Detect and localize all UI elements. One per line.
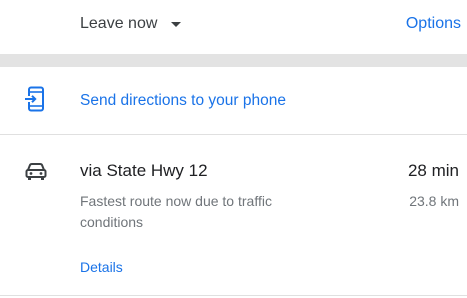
- caret-down-icon: [171, 21, 182, 27]
- divider: [0, 295, 467, 296]
- leave-now-label: Leave now: [80, 15, 158, 32]
- options-button[interactable]: Options: [406, 13, 461, 35]
- route-option[interactable]: via State Hwy 12 28 min Fastest route no…: [0, 135, 467, 295]
- leave-now-dropdown[interactable]: Leave now: [80, 13, 182, 35]
- send-to-phone-icon: [24, 86, 44, 112]
- route-name: via State Hwy 12: [80, 161, 208, 180]
- send-directions-button[interactable]: Send directions to your phone: [0, 67, 467, 134]
- car-icon: [25, 163, 47, 180]
- route-duration: 28 min: [407, 161, 459, 180]
- details-link[interactable]: Details: [80, 257, 123, 277]
- send-directions-label: Send directions to your phone: [80, 92, 286, 109]
- route-distance: 23.8 km: [409, 193, 459, 209]
- top-bar: Leave now Options: [0, 0, 467, 54]
- section-separator: [0, 54, 467, 67]
- route-description: Fastest route now due to traffic conditi…: [80, 193, 272, 230]
